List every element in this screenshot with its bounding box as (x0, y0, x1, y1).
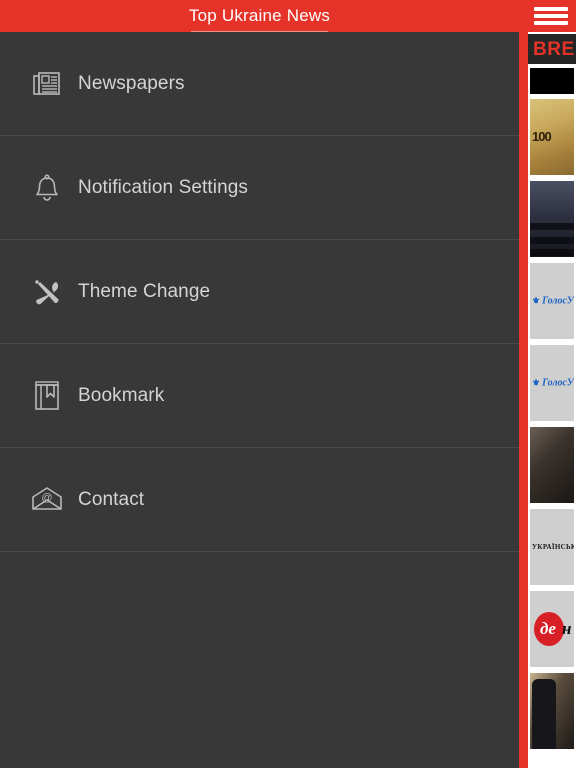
news-card[interactable] (530, 427, 574, 503)
breaking-label: BRE (533, 38, 575, 60)
paintbrush-pencil-icon (30, 275, 64, 309)
menu-item-newspapers[interactable]: Newspapers (0, 32, 519, 136)
bell-icon (30, 171, 64, 205)
trident-icon: ⚜ (532, 295, 541, 306)
content-topbar (528, 0, 576, 32)
side-drawer-menu: Newspapers Notification Settings Theme C… (0, 32, 519, 768)
thumbnail-image (530, 181, 574, 257)
menu-item-label: Contact (78, 489, 145, 510)
app-header: Top Ukraine News (0, 0, 519, 32)
den-circle-icon: де (534, 612, 564, 646)
drawer-edge-strip (519, 0, 528, 768)
thumbnail-caption: 100 (532, 129, 552, 144)
news-card[interactable]: ⚜ГолосУк (530, 263, 574, 339)
app-root: Top Ukraine News Newspapers Notification… (0, 0, 576, 768)
den-logo: де н (534, 612, 571, 646)
menu-item-notification-settings[interactable]: Notification Settings (0, 136, 519, 240)
menu-item-label: Notification Settings (78, 177, 249, 198)
svg-text:@: @ (41, 492, 52, 504)
menu-item-label: Theme Change (78, 281, 211, 302)
menu-item-label: Newspapers (78, 73, 185, 94)
trident-icon: ⚜ (532, 377, 541, 388)
den-logo-tail: н (562, 619, 572, 638)
thumbnail-image (530, 427, 574, 503)
menu-empty-space (0, 552, 519, 768)
menu-item-theme-change[interactable]: Theme Change (0, 240, 519, 344)
news-card[interactable]: ⚜ГолосУк (530, 345, 574, 421)
breaking-news-banner: BRE (528, 34, 576, 64)
envelope-at-icon: @ (30, 483, 64, 517)
hamburger-icon[interactable] (534, 5, 568, 27)
news-ticker-bar (530, 68, 574, 94)
menu-item-contact[interactable]: @ Contact (0, 448, 519, 552)
news-card[interactable] (530, 673, 574, 749)
thumbnail-caption: ⚜ГолосУк (532, 295, 574, 307)
newspaper-icon (30, 67, 64, 101)
news-card[interactable]: УКРАЇНСЬКА (530, 509, 574, 585)
news-card[interactable]: 100 (530, 99, 574, 175)
news-list-panel: BRE 100 ⚜ГолосУк (528, 0, 576, 768)
book-bookmark-icon (30, 379, 64, 413)
thumbnail-caption: ⚜ГолосУк (532, 377, 574, 389)
news-card[interactable] (530, 181, 574, 257)
thumbnail-image (530, 673, 574, 749)
page-title: Top Ukraine News (188, 5, 331, 32)
news-card[interactable]: де н (530, 591, 574, 667)
thumbnail-caption: УКРАЇНСЬКА (532, 543, 574, 551)
news-card-list: 100 ⚜ГолосУк ⚜ГолосУк (528, 99, 576, 749)
menu-item-label: Bookmark (78, 385, 165, 406)
menu-item-bookmark[interactable]: Bookmark (0, 344, 519, 448)
